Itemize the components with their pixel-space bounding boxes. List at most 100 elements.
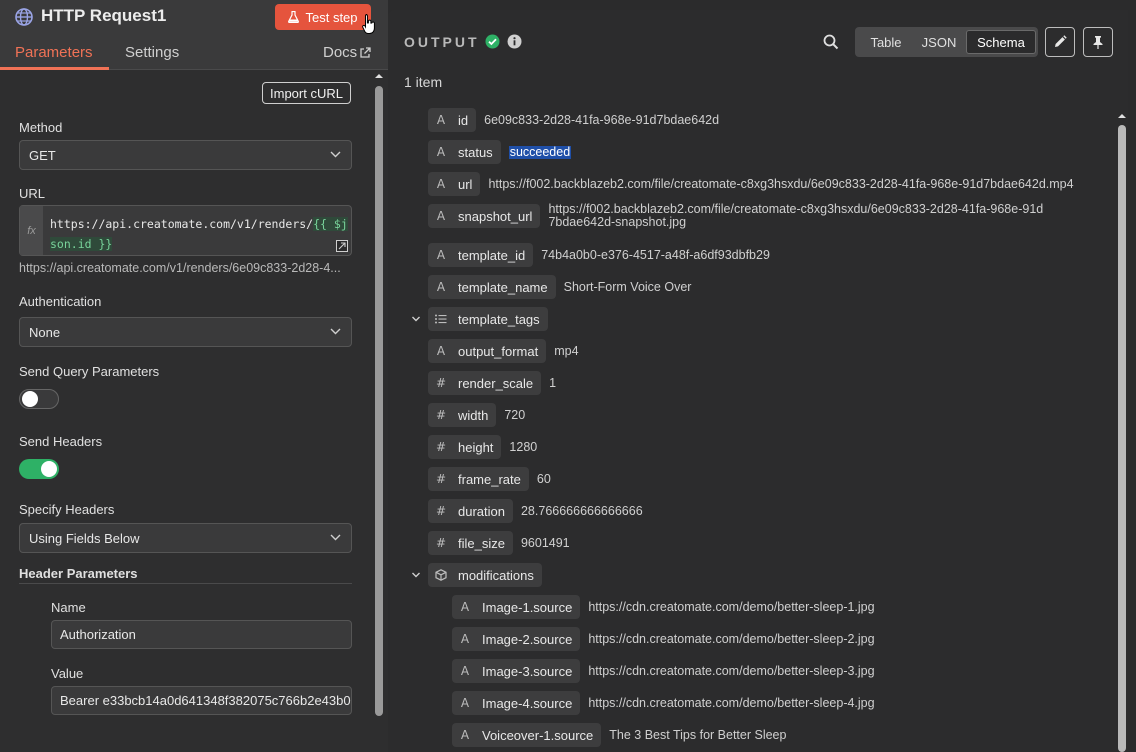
test-step-button[interactable]: Test step xyxy=(275,4,371,30)
schema-key-name: Voiceover-1.source xyxy=(482,727,594,743)
edit-output-button[interactable] xyxy=(1045,27,1075,57)
window-edge xyxy=(1128,0,1136,752)
globe-icon xyxy=(15,8,33,26)
schema-row[interactable]: # file_size 9601491 xyxy=(428,531,570,555)
authentication-select[interactable]: None xyxy=(19,317,352,347)
string-type-icon: A xyxy=(460,600,470,614)
scroll-up-arrow-icon[interactable] xyxy=(374,72,384,80)
scroll-up-arrow-icon[interactable] xyxy=(1117,112,1127,120)
header-value-input[interactable]: Bearer e33bcb14a0d641348f382075c766b2e43… xyxy=(51,686,352,715)
success-check-icon xyxy=(485,34,500,49)
external-link-icon xyxy=(360,47,371,58)
schema-row[interactable]: A Image-3.source https://cdn.creatomate.co… xyxy=(452,659,875,683)
active-tab-underline xyxy=(0,67,109,70)
url-label: URL xyxy=(19,186,46,201)
schema-value: 60 xyxy=(536,471,551,486)
schema-key-name: duration xyxy=(458,503,505,519)
schema-key-pill[interactable]: modifications xyxy=(428,563,542,587)
schema-key-pill[interactable]: # render_scale xyxy=(428,371,542,395)
send-query-toggle[interactable] xyxy=(19,389,59,409)
method-label: Method xyxy=(19,120,63,135)
specify-headers-select[interactable]: Using Fields Below xyxy=(19,523,352,553)
schema-row[interactable]: Aid 6e09c833-2d28-41fa-968e-91d7bdae642d xyxy=(428,108,719,132)
schema-row[interactable]: modifications xyxy=(428,563,542,587)
schema-value: https://cdn.creatomate.com/demo/better-s… xyxy=(588,599,875,614)
schema-value: https://f002.backblazeb2.com/file/creato… xyxy=(488,176,1074,191)
number-type-icon: # xyxy=(435,504,447,518)
schema-value: 6e09c833-2d28-41fa-968e-91d7bdae642d xyxy=(484,112,720,127)
schema-row[interactable]: # width 720 xyxy=(428,403,525,427)
view-table-tab[interactable]: Table xyxy=(858,30,914,54)
schema-key-pill[interactable]: # width xyxy=(428,403,497,427)
send-query-label: Send Query Parameters xyxy=(19,364,160,379)
string-type-icon: A xyxy=(436,280,446,294)
header-parameters-label: Header Parameters xyxy=(19,566,138,581)
schema-key-pill[interactable]: Astatus xyxy=(428,140,501,164)
tab-settings[interactable]: Settings xyxy=(125,44,179,61)
schema-key-pill[interactable]: A Image-3.source xyxy=(452,659,581,683)
schema-key-pill[interactable]: # height xyxy=(428,435,502,459)
schema-value: https://f002.backblazeb2.com/file/creato… xyxy=(548,202,1044,229)
schema-key-pill[interactable]: # duration xyxy=(428,499,513,523)
schema-row[interactable]: Astatus succeeded xyxy=(428,140,572,164)
schema-row[interactable]: # height 1280 xyxy=(428,435,537,459)
parameters-scrollbar-thumb[interactable] xyxy=(375,86,383,716)
string-type-icon: A xyxy=(460,664,470,678)
schema-key-name: output_format xyxy=(458,343,539,359)
schema-key-pill[interactable]: Aoutput_format xyxy=(428,339,547,363)
schema-key-pill[interactable]: Atemplate_name xyxy=(428,275,556,299)
schema-key-pill[interactable]: A Image-1.source xyxy=(452,595,581,619)
send-headers-toggle[interactable] xyxy=(19,459,59,479)
tab-parameters[interactable]: Parameters xyxy=(15,44,93,61)
schema-key-pill[interactable]: # frame_rate xyxy=(428,467,529,491)
schema-key-pill[interactable]: A Image-4.source xyxy=(452,691,581,715)
schema-key-pill[interactable]: A Image-2.source xyxy=(452,627,581,651)
view-json-tab[interactable]: JSON xyxy=(914,30,964,54)
output-scrollbar-thumb[interactable] xyxy=(1118,125,1126,752)
schema-row[interactable]: # duration 28.766666666666666 xyxy=(428,499,643,523)
schema-row[interactable]: # frame_rate 60 xyxy=(428,467,551,491)
schema-row[interactable]: Aoutput_format mp4 xyxy=(428,339,579,363)
specify-headers-label: Specify Headers xyxy=(19,502,115,517)
output-title: OUTPUT xyxy=(404,34,480,50)
schema-row[interactable]: # render_scale 1 xyxy=(428,371,556,395)
schema-row[interactable]: Aurl https://f002.backblazeb2.com/file/cr… xyxy=(428,172,1074,196)
schema-value: The 3 Best Tips for Better Sleep xyxy=(609,727,787,742)
method-select[interactable]: GET xyxy=(19,140,352,170)
schema-key-name: template_name xyxy=(458,279,548,295)
import-curl-button[interactable]: Import cURL xyxy=(262,82,351,104)
view-schema-tab[interactable]: Schema xyxy=(966,30,1036,54)
schema-key-pill[interactable]: Aid xyxy=(428,108,477,132)
url-expression-field[interactable]: fx https://api.creatomate.com/v1/renders… xyxy=(19,205,352,256)
schema-key-pill[interactable]: Aurl xyxy=(428,172,481,196)
chevron-down-icon[interactable] xyxy=(411,314,421,324)
schema-key-pill[interactable]: Asnapshot_url xyxy=(428,204,541,228)
node-title[interactable]: HTTP Request1 xyxy=(41,6,166,26)
schema-row[interactable]: Asnapshot_url https://f002.backblazeb2.co… xyxy=(428,202,1048,229)
schema-row[interactable]: A Image-4.source https://cdn.creatomate.co… xyxy=(452,691,875,715)
url-static-part: https://api.creatomate.com/v1/renders/ xyxy=(50,217,314,231)
hand-cursor-icon xyxy=(362,14,375,34)
schema-row[interactable]: Atemplate_id 74b4a0b0-e376-4517-a48f-a6df… xyxy=(428,243,770,267)
search-icon[interactable] xyxy=(823,34,839,50)
chevron-down-icon[interactable] xyxy=(411,570,421,580)
schema-row[interactable]: A Image-1.source https://cdn.creatomate.co… xyxy=(452,595,875,619)
schema-key-pill[interactable]: template_tags xyxy=(428,307,548,331)
schema-row[interactable]: template_tags xyxy=(428,307,548,331)
schema-row[interactable]: A Image-2.source https://cdn.creatomate.co… xyxy=(452,627,875,651)
header-name-input[interactable]: Authorization xyxy=(51,620,352,649)
number-type-icon: # xyxy=(435,536,447,550)
schema-row[interactable]: Atemplate_name Short-Form Voice Over xyxy=(428,275,691,299)
schema-key-pill[interactable]: # file_size xyxy=(428,531,513,555)
expand-editor-icon[interactable] xyxy=(336,240,348,252)
schema-row[interactable]: A Voiceover-1.source The 3 Best Tips for B… xyxy=(452,723,786,747)
divider xyxy=(19,583,352,584)
item-count: 1 item xyxy=(404,74,443,90)
schema-value: 720 xyxy=(504,407,526,422)
authentication-label: Authentication xyxy=(19,294,102,309)
schema-key-pill[interactable]: Atemplate_id xyxy=(428,243,534,267)
pin-data-button[interactable] xyxy=(1083,27,1113,57)
docs-link[interactable]: Docs xyxy=(323,44,357,61)
info-icon[interactable] xyxy=(507,34,522,49)
schema-key-pill[interactable]: A Voiceover-1.source xyxy=(452,723,602,747)
